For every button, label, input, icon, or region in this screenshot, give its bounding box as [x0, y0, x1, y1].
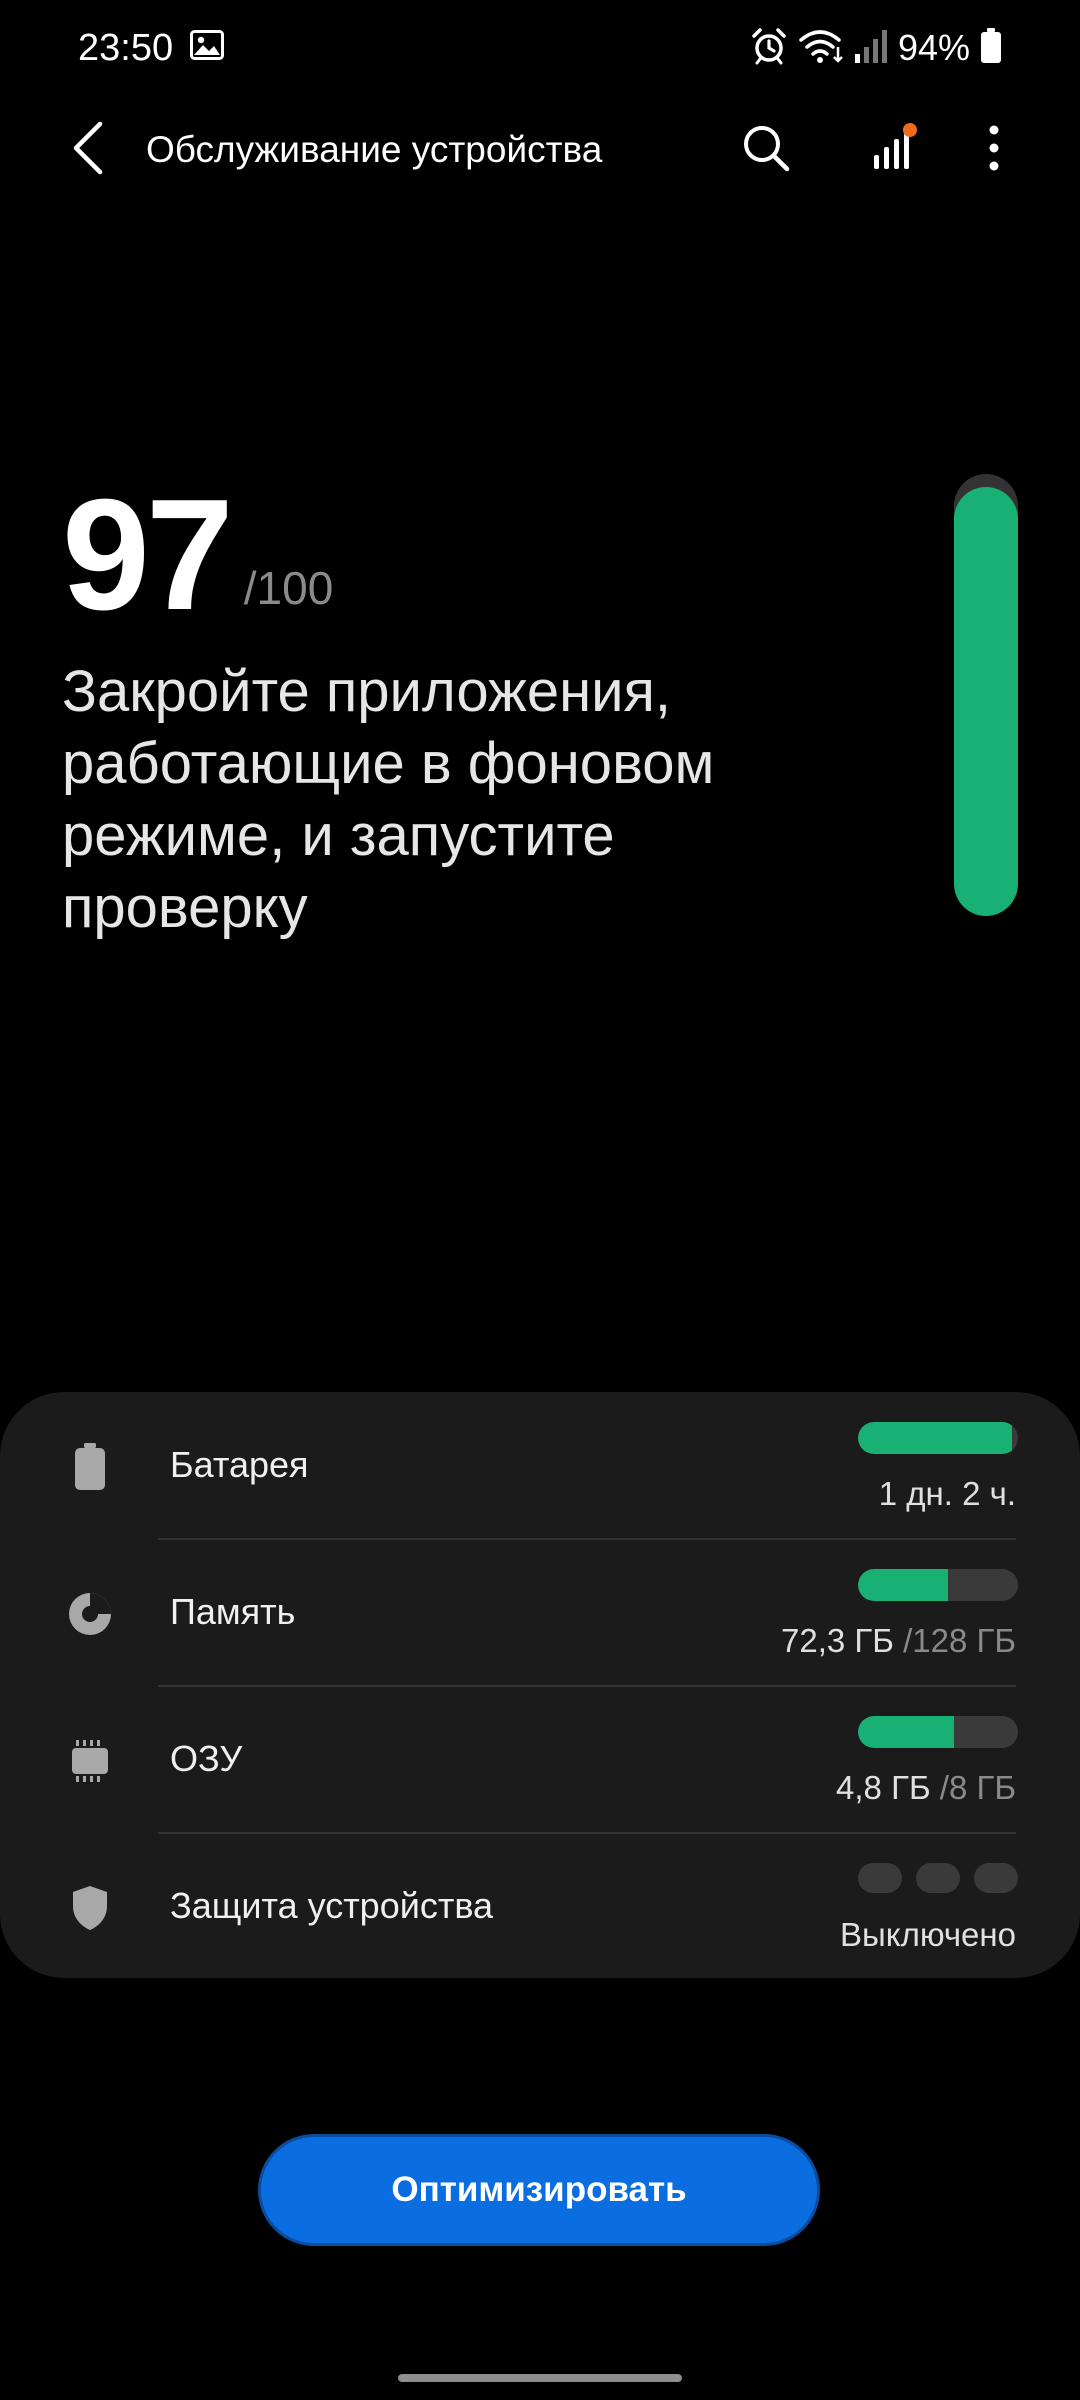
status-icons: 94% — [750, 24, 1002, 72]
wifi-icon — [798, 27, 844, 70]
security-status: Выключено — [840, 1916, 1016, 1953]
security-status-dots — [858, 1863, 1018, 1895]
security-value: Выключено — [840, 1913, 1016, 1957]
back-button[interactable] — [52, 114, 124, 186]
back-arrow-icon — [70, 120, 106, 181]
storage-total: /128 ГБ — [903, 1622, 1016, 1659]
score-message: Закройте приложения, работающие в фоново… — [62, 659, 715, 940]
battery-bar — [858, 1422, 1018, 1454]
storage-label: Память — [170, 1591, 296, 1632]
battery-value: 1 дн. 2 ч. — [879, 1472, 1016, 1516]
storage-pie-icon — [64, 1588, 116, 1640]
security-label: Защита устройства — [170, 1885, 494, 1926]
score-value: 97 — [62, 467, 234, 643]
status-card: Батарея 1 дн. 2 ч. Память 72,3 ГБ /128 Г… — [0, 1392, 1080, 1978]
notification-dot — [903, 122, 917, 137]
battery-bar-fill — [858, 1422, 1012, 1454]
storage-bar-fill — [858, 1569, 949, 1601]
status-dot — [858, 1863, 902, 1893]
gallery-icon — [190, 30, 224, 60]
score: 97 /100 — [62, 467, 334, 643]
stats-button[interactable] — [858, 114, 930, 186]
stats-icon — [870, 122, 918, 178]
navigation-handle[interactable] — [398, 2374, 682, 2382]
score-gauge — [954, 474, 1018, 916]
ram-chip-icon — [64, 1735, 116, 1787]
search-button[interactable] — [730, 114, 802, 186]
status-dot — [916, 1863, 960, 1893]
status-dot — [974, 1863, 1018, 1893]
battery-percent: 94% — [897, 27, 970, 68]
ram-bar — [858, 1716, 1018, 1748]
alarm-icon — [750, 27, 788, 70]
more-options-button[interactable] — [958, 114, 1030, 186]
ram-used: 4,8 ГБ — [836, 1769, 931, 1806]
status-bar: 23:50 94% — [0, 0, 1080, 96]
score-max: /100 — [243, 562, 334, 614]
battery-icon — [64, 1441, 116, 1493]
more-options-icon — [988, 124, 1000, 177]
security-row[interactable]: Защита устройства Выключено — [0, 1833, 1080, 1979]
ram-total: /8 ГБ — [939, 1769, 1016, 1806]
ram-bar-fill — [858, 1716, 954, 1748]
storage-used: 72,3 ГБ — [780, 1622, 894, 1659]
battery-label: Батарея — [170, 1444, 309, 1485]
cellular-signal-icon — [854, 28, 888, 69]
storage-bar — [858, 1569, 1018, 1601]
battery-time: 1 дн. 2 ч. — [878, 1475, 1016, 1512]
storage-row[interactable]: Память 72,3 ГБ /128 ГБ — [0, 1539, 1080, 1685]
battery-icon — [980, 27, 1002, 69]
status-time: 23:50 — [78, 27, 174, 69]
battery-row[interactable]: Батарея 1 дн. 2 ч. — [0, 1392, 1080, 1538]
ram-label: ОЗУ — [170, 1738, 243, 1779]
ram-row[interactable]: ОЗУ 4,8 ГБ /8 ГБ — [0, 1686, 1080, 1832]
optimize-button[interactable]: Оптимизировать — [258, 2134, 820, 2246]
score-gauge-fill — [954, 487, 1018, 916]
search-icon — [741, 123, 791, 178]
app-bar: Обслуживание устройства — [0, 96, 1080, 204]
ram-value: 4,8 ГБ /8 ГБ — [836, 1766, 1016, 1810]
page-title: Обслуживание устройства — [146, 129, 603, 170]
shield-icon — [64, 1882, 116, 1934]
storage-value: 72,3 ГБ /128 ГБ — [781, 1619, 1016, 1663]
